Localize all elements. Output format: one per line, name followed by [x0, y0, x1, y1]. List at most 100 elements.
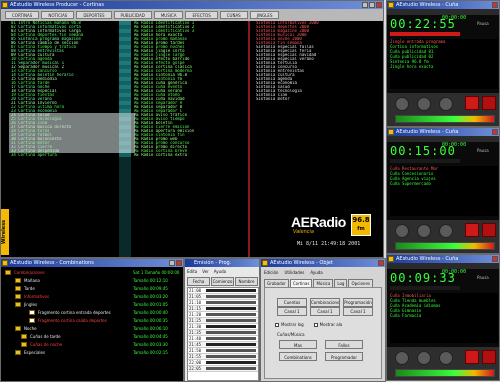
list-item[interactable]: Sintonia motor [254, 97, 383, 101]
volume-knob-icon[interactable] [417, 224, 431, 238]
column-2[interactable]: AE Radio identificativo 1 AE Radio identi… [132, 21, 250, 257]
list-item[interactable]: Cuña Supermercado [390, 181, 498, 186]
tree-item[interactable]: Cuñas de noche Tamaño 00:03:30 [5, 341, 183, 349]
menu-item[interactable]: Ayuda [310, 270, 322, 275]
minimize-icon[interactable] [169, 260, 175, 266]
row-block [206, 331, 256, 334]
volume-knob-icon[interactable] [395, 351, 409, 365]
section-button[interactable]: Cuentas [277, 298, 307, 307]
tab-0[interactable]: CORTINAS [5, 11, 40, 19]
cuna-title: AEstudio Wireless - Cuña [396, 129, 459, 135]
table-row[interactable]: 22:05 [188, 366, 258, 372]
tree-item[interactable]: Noche Tamaño 00:06:10 [5, 325, 183, 333]
prog-tab[interactable]: Comienzo [211, 277, 234, 286]
cuna-list: Jingle entrada programa Cortina informati… [390, 39, 498, 89]
list-item[interactable]: AE Radio cortina extra [132, 153, 248, 157]
tree-item[interactable]: Jingles Tamaño 00:01:05 [5, 301, 183, 309]
cuna-window: AEstudio Wireless - Cuña 00:22:55 00:00:00… [386, 0, 500, 127]
checkbox[interactable]: Mostrar log [275, 322, 304, 327]
volume-knob-icon[interactable] [439, 351, 453, 365]
tab-4[interactable]: MUSICA [153, 11, 184, 19]
checkbox-label: Mostrar log [281, 322, 304, 327]
combinations-titlebar[interactable]: AEstudio Wireless - Combinations [1, 259, 183, 267]
tree-item[interactable]: Combinaciones Sat 1 Tamaño 00:00:00 [5, 269, 183, 277]
tree-item[interactable]: Informativos Tamaño 00:03:20 [5, 293, 183, 301]
checkbox[interactable]: Mostrar ala [313, 322, 342, 327]
tree-item[interactable]: Mañana Tamaño 00:12:10 [5, 277, 183, 285]
tab-7[interactable]: JINGLES [249, 11, 280, 19]
tab-5[interactable]: EFECTOS [185, 11, 218, 19]
tab-2[interactable]: DEPORTES [76, 11, 112, 19]
on-air-indicator[interactable] [465, 223, 479, 237]
volume-knob-icon[interactable] [395, 97, 409, 111]
section-button[interactable]: Programación [343, 298, 373, 307]
row-time: 21:30 [189, 324, 202, 329]
stop-indicator[interactable] [482, 223, 496, 237]
tab-1[interactable]: NOTICIAS [41, 11, 75, 19]
list-item[interactable]: Jingle hora exacta [390, 64, 498, 69]
menu-item[interactable]: Edición [264, 270, 278, 275]
channel-select[interactable]: Canal 1 [310, 307, 340, 316]
close-icon[interactable] [176, 260, 182, 266]
tree-item[interactable]: Cuñas de tarde Tamaño 00:04:45 [5, 333, 183, 341]
prog-tab[interactable]: Nombre [235, 277, 258, 286]
row-block [206, 307, 256, 310]
cuna-titlebar[interactable]: AEstudio Wireless - Cuña [387, 1, 499, 9]
cuna-titlebar[interactable]: AEstudio Wireless - Cuña [387, 128, 499, 136]
close-icon[interactable] [376, 2, 382, 8]
prog-menu: Edita Ver Ayuda [187, 269, 226, 274]
close-icon[interactable] [492, 256, 498, 262]
action-button[interactable]: Mas [279, 340, 317, 349]
menu-item[interactable]: Edita [187, 269, 197, 274]
prog-window: Emisión - Prog. Edita Ver Ayuda Fecha Comie… [184, 258, 260, 382]
stop-indicator[interactable] [482, 96, 496, 110]
on-air-indicator[interactable] [465, 350, 479, 364]
channel-select[interactable]: Canal 1 [343, 307, 373, 316]
cuna-titlebar[interactable]: AEstudio Wireless - Cuña [387, 255, 499, 263]
menu-item[interactable]: Ver [202, 269, 209, 274]
row-time: 21:10 [189, 300, 202, 305]
tree-item[interactable]: Fragmento cortina salida deportes Tamaño … [5, 317, 183, 325]
cuna-window: AEstudio Wireless - Cuña 00:09:33 00:00:00… [386, 254, 500, 381]
on-air-indicator[interactable] [465, 96, 479, 110]
prog-tab[interactable]: Fecha [187, 277, 210, 286]
volume-knob-icon[interactable] [417, 97, 431, 111]
menu-item[interactable]: Ayuda [214, 269, 226, 274]
checkbox-icon[interactable] [313, 322, 318, 327]
maximize-icon[interactable] [369, 2, 375, 8]
volume-knob-icon[interactable] [439, 97, 453, 111]
checkbox-icon[interactable] [275, 322, 279, 327]
row-time: 21:05 [189, 294, 202, 299]
close-icon[interactable] [492, 2, 498, 8]
volume-knob-icon[interactable] [395, 224, 409, 238]
tree-item-meta: Tamaño 00:03:30 [133, 342, 168, 347]
list-item[interactable]: 34 Cortina apertura [9, 153, 127, 157]
clock-secondary: 00:00:00 [442, 269, 467, 275]
tree-item[interactable]: Especiales Tamaño 00:02:15 [5, 349, 183, 357]
action-button[interactable]: Combinations [279, 352, 317, 361]
channel-select[interactable]: Canal 1 [277, 307, 307, 316]
volume-knob-icon[interactable] [439, 224, 453, 238]
vu-meter [395, 369, 495, 377]
row-time: 21:20 [189, 312, 202, 317]
list-item[interactable]: Cuña Farmacia [390, 313, 498, 318]
row-time: 21:50 [189, 348, 202, 353]
app-icon [388, 2, 394, 8]
tab-6[interactable]: CUÑAS [219, 11, 248, 19]
main-title: AEstudio Wireless Producer - Cortinas [10, 2, 104, 8]
section-button[interactable]: Combinaciones [310, 298, 340, 307]
minimize-icon[interactable] [362, 2, 368, 8]
action-button[interactable]: Fallos [325, 340, 363, 349]
close-icon[interactable] [492, 129, 498, 135]
tab-3[interactable]: PUBLICIDAD [113, 11, 152, 19]
main-titlebar[interactable]: AEstudio Wireless Producer - Cortinas [1, 1, 383, 9]
stop-indicator[interactable] [482, 350, 496, 364]
close-icon[interactable] [378, 260, 384, 266]
object-titlebar[interactable]: AEstudio Wireless - Objet [261, 259, 385, 267]
prog-titlebar[interactable]: Emisión - Prog. [185, 259, 259, 267]
menu-item[interactable]: Utilidades [284, 270, 304, 275]
tree-item[interactable]: Fragmento cortina entrada deportes Tamaño… [5, 309, 183, 317]
volume-knob-icon[interactable] [417, 351, 431, 365]
tree-item[interactable]: Tarde Tamaño 00:09:45 [5, 285, 183, 293]
action-button[interactable]: Programador [325, 352, 363, 361]
